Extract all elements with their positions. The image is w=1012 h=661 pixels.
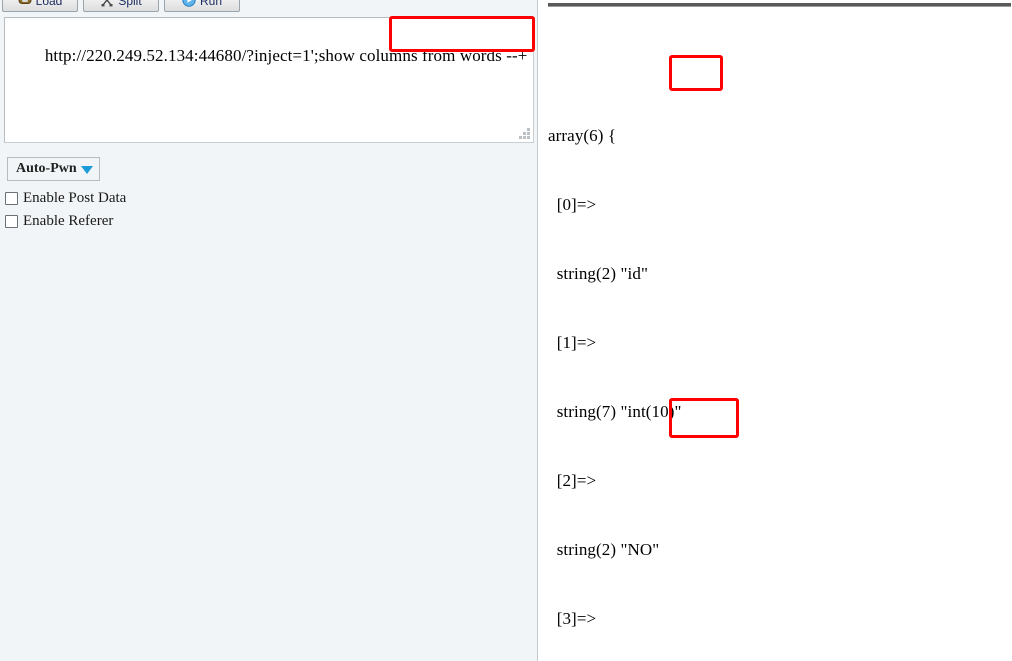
load-button[interactable]: Load (2, 0, 78, 12)
output-block: array(6) { [0]=> string(2) "id" [1]=> st… (548, 78, 1011, 661)
output-dump: array(6) { [0]=> string(2) "id" [1]=> st… (548, 9, 1011, 661)
entry-value: string(7) "int(10)" (548, 402, 682, 421)
split-button[interactable]: Split (83, 0, 159, 12)
split-button-label: Split (118, 0, 142, 8)
url-payload: ;show columns (313, 46, 418, 65)
url-input[interactable]: http://220.249.52.134:44680/?inject=1';s… (4, 17, 534, 143)
request-pane: Load Split Run http://220.249.52.134:446… (0, 0, 538, 661)
auto-pwn-dropdown[interactable]: Auto-Pwn (7, 157, 100, 181)
run-button[interactable]: Run (164, 0, 240, 12)
block-header: array(6) { (548, 126, 617, 145)
url-input-text[interactable]: http://220.249.52.134:44680/?inject=1';s… (10, 20, 530, 92)
enable-referer-label: Enable Referer (23, 213, 114, 229)
checkbox-box[interactable] (5, 192, 18, 205)
url-suffix: from words --+ (417, 46, 528, 65)
resize-handle[interactable] (519, 128, 530, 139)
load-button-label: Load (35, 0, 63, 8)
play-icon (182, 0, 196, 7)
url-prefix: http://220.249.52.134:44680/?inject=1' (44, 46, 314, 65)
entry-key: [0]=> (548, 195, 597, 214)
app-window: Load Split Run http://220.249.52.134:446… (0, 0, 1012, 661)
entry-value: string(2) "id" (548, 264, 649, 283)
enable-post-data-checkbox[interactable]: Enable Post Data (5, 190, 126, 207)
auto-pwn-label: Auto-Pwn (16, 161, 77, 176)
pane-divider-rule (548, 3, 1011, 7)
enable-referer-checkbox[interactable]: Enable Referer (5, 213, 113, 230)
split-icon (100, 0, 114, 7)
entry-value: string(2) "NO" (548, 540, 660, 559)
response-pane: array(6) { [0]=> string(2) "id" [1]=> st… (538, 0, 1011, 661)
entry-key: [2]=> (548, 471, 597, 490)
chevron-down-icon (80, 166, 93, 174)
run-button-label: Run (199, 0, 222, 8)
entry-key: [3]=> (548, 609, 597, 628)
link-icon (18, 0, 32, 7)
checkbox-box[interactable] (5, 215, 18, 228)
enable-post-data-label: Enable Post Data (23, 190, 127, 206)
entry-key: [1]=> (548, 333, 597, 352)
toolbar: Load Split Run (0, 0, 240, 13)
